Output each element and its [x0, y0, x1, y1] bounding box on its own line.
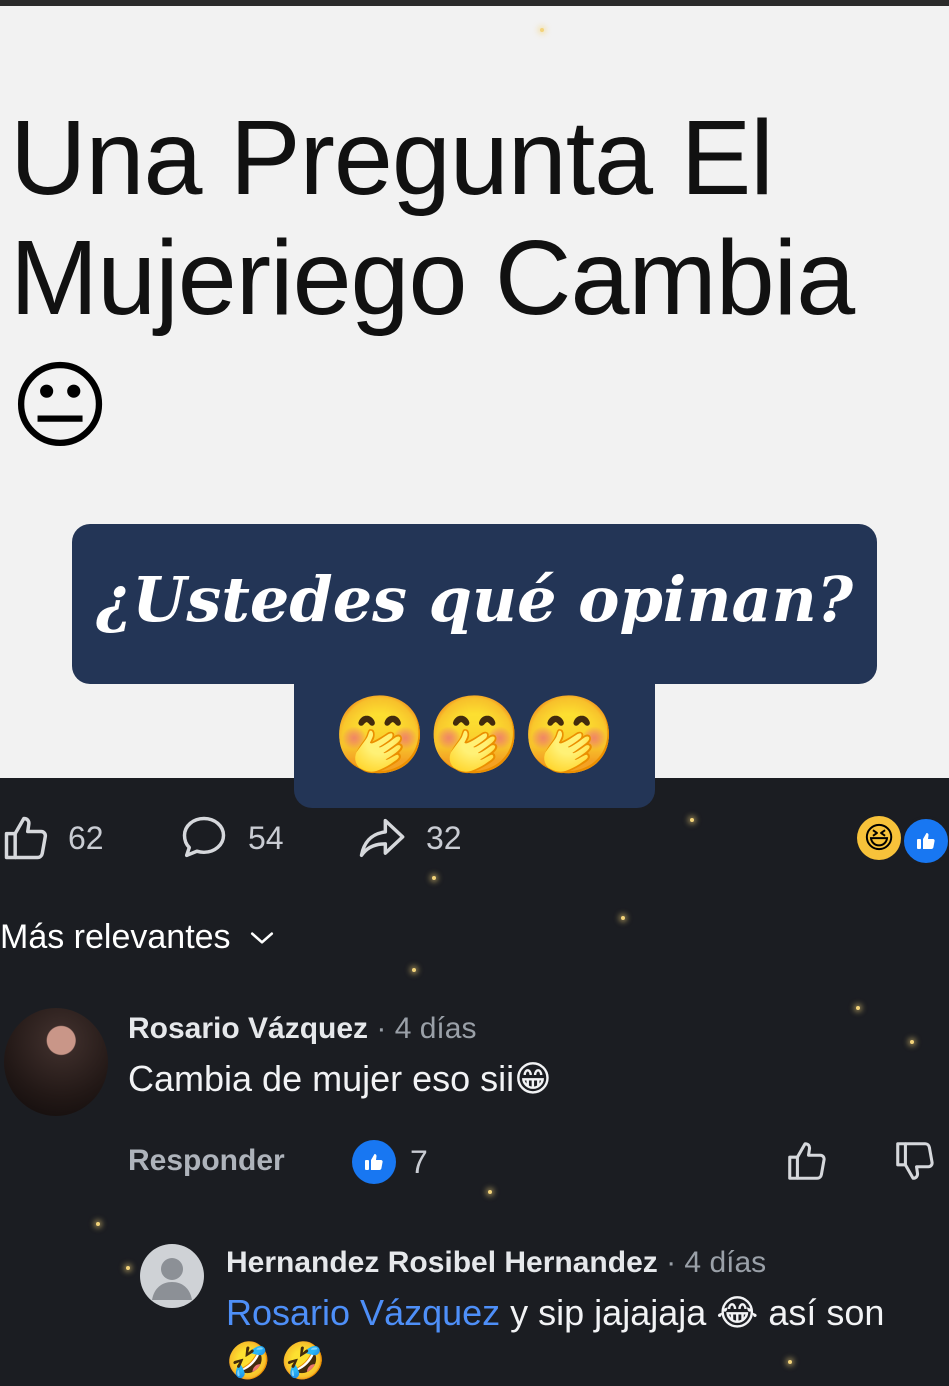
sparkle	[788, 1360, 792, 1364]
sparkle	[126, 1266, 130, 1270]
overlay-emojis: 🤭🤭🤭	[332, 693, 617, 778]
sparkle	[910, 1040, 914, 1044]
sparkle	[412, 968, 416, 972]
comment-button[interactable]: 54	[176, 810, 284, 866]
sort-dropdown[interactable]: Más relevantes	[0, 918, 275, 957]
like-badge-icon	[352, 1140, 396, 1184]
reply-button[interactable]: Responder	[128, 1144, 285, 1178]
mention-link[interactable]: Rosario Vázquez	[226, 1292, 500, 1333]
sparkle	[488, 1190, 492, 1194]
comment-timestamp: · 4 días	[368, 1012, 477, 1045]
reaction-summary[interactable]: 😆	[857, 816, 949, 866]
like-reaction-icon	[901, 816, 949, 866]
comment-text: Cambia de mujer eso sii😁	[128, 1058, 552, 1099]
comment-count: 54	[248, 819, 284, 856]
comment-author-header: Rosario Vázquez · 4 días	[128, 1012, 476, 1046]
thumbs-up-icon	[784, 1142, 830, 1188]
sparkle	[432, 876, 436, 880]
overlay-question: ¿Ustedes qué opinan?	[95, 563, 854, 636]
sort-label: Más relevantes	[0, 918, 231, 956]
share-button[interactable]: 32	[352, 810, 462, 866]
like-icon	[0, 812, 52, 864]
avatar[interactable]	[4, 1008, 108, 1116]
chevron-down-icon	[249, 918, 275, 957]
share-icon	[352, 812, 410, 864]
reply-author-header: Hernandez Rosibel Hernandez · 4 días	[226, 1246, 766, 1280]
sparkle	[621, 916, 625, 920]
thumbs-up-button[interactable]	[784, 1138, 830, 1189]
thumbs-down-icon	[892, 1142, 938, 1188]
sparkle	[540, 28, 544, 32]
sparkle	[690, 818, 694, 822]
comment-like-count: 7	[410, 1143, 428, 1180]
reply-text-line1: y sip jajajaja 😂 así son	[500, 1292, 885, 1333]
like-count: 62	[68, 819, 104, 856]
default-avatar-icon[interactable]	[140, 1244, 204, 1308]
share-count: 32	[426, 819, 462, 856]
reply-timestamp: · 4 días	[657, 1246, 767, 1279]
reply-author-name[interactable]: Hernandez Rosibel Hernandez	[226, 1246, 658, 1279]
sparkle	[856, 1006, 860, 1010]
laugh-reaction-icon: 😆	[857, 816, 901, 860]
reply-text-line2: 🤣 🤣	[226, 1340, 326, 1381]
like-button[interactable]: 62	[0, 810, 104, 866]
sparkle	[96, 1222, 100, 1226]
comment-author-name[interactable]: Rosario Vázquez	[128, 1012, 368, 1045]
comment-icon	[176, 812, 232, 864]
reply-text: Rosario Vázquez y sip jajajaja 😂 así son	[226, 1290, 884, 1336]
post-text: Una Pregunta El Mujeriego Cambia	[10, 99, 855, 337]
comment-like-summary: 7	[352, 1140, 428, 1184]
neutral-face-emoji: 😐	[10, 353, 111, 460]
thumbs-down-button[interactable]	[892, 1138, 938, 1189]
